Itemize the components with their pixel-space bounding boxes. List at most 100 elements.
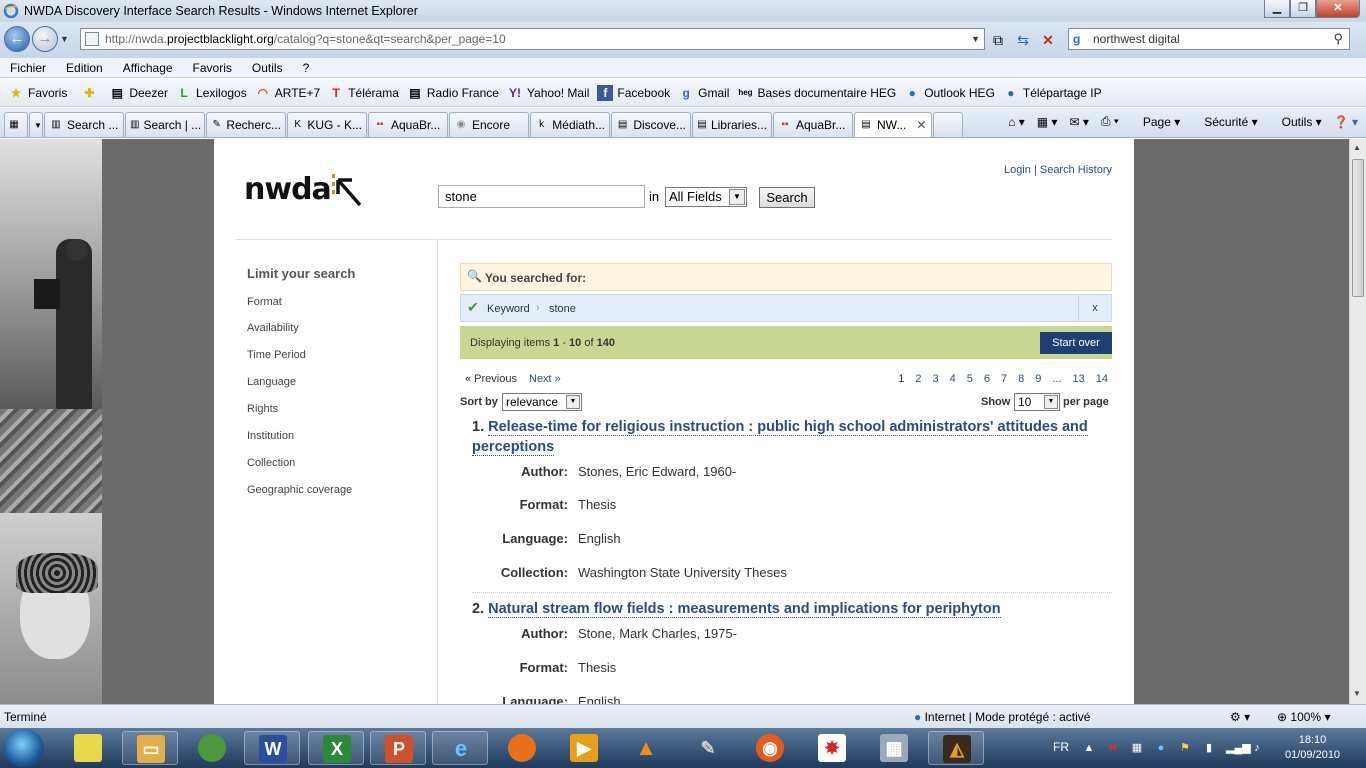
scroll-up-icon[interactable]: ▲ [1353,143,1361,152]
taskbar-media-player[interactable]: ▶ [556,731,612,765]
page-link[interactable]: 14 [1096,373,1108,385]
page-link[interactable]: 4 [950,373,956,385]
compatibility-view-icon[interactable]: ⧉ [988,30,1008,50]
security-zone[interactable]: ● Internet | Mode protégé : activé [914,710,1090,724]
search-history-link[interactable]: Search History [1040,164,1112,176]
taskbar-app[interactable]: ◭ [928,731,984,765]
page-link[interactable]: 5 [967,373,973,385]
mail-icon[interactable]: ✉ ▾ [1069,115,1088,129]
facet-time-period[interactable]: Time Period [247,349,306,361]
page-link[interactable]: 8 [1018,373,1024,385]
tray-battery-icon[interactable]: ▮ [1202,741,1216,755]
remove-constraint-button[interactable]: x [1078,295,1111,321]
search-field-select[interactable]: All Fields ▼ [665,187,747,207]
tray-antivirus-icon[interactable]: H [1106,741,1120,755]
nwda-logo[interactable]: nwda [244,172,362,207]
close-tab-icon[interactable]: ✕ [916,118,926,132]
tray-volume-icon[interactable]: ♪ [1250,741,1264,755]
feeds-icon[interactable]: ▦ ▾ [1037,115,1058,129]
facet-geographic-coverage[interactable]: Geographic coverage [247,484,352,496]
tray-app-icon[interactable]: ▦ [1130,741,1144,755]
close-window-button[interactable]: ✕ [1316,0,1360,18]
stop-icon[interactable]: ✕ [1038,30,1058,50]
tray-network-icon[interactable]: ▂▄▆ [1226,741,1251,755]
help-icon[interactable]: ❓ ▾ [1334,115,1358,129]
page-link[interactable]: 7 [1001,373,1007,385]
fav-outlook-heg[interactable]: ● Outlook HEG [904,85,995,101]
page-link[interactable]: 2 [915,373,921,385]
tab-search-1[interactable]: ▥ Search ... [44,112,124,137]
fav-deezer[interactable]: ▤ Deezer [109,85,168,101]
taskbar-firefox[interactable] [494,731,550,765]
tray-flag-icon[interactable]: ⚑ [1178,741,1192,755]
taskbar-sticky-notes[interactable] [60,731,116,765]
search-icon[interactable]: ⚲ [1333,29,1343,49]
fav-telerama[interactable]: T Télérama [328,85,399,101]
search-button[interactable]: Search [759,187,815,208]
taskbar-internet-explorer[interactable]: e [432,731,488,765]
url-field[interactable]: http://nwda.projectblacklight.org/catalo… [80,28,985,50]
add-favorite-button[interactable]: ✚ [81,85,101,101]
sort-select[interactable]: relevance ▼ [502,393,582,411]
facet-format[interactable]: Format [247,296,282,308]
minimize-button[interactable]: ▁ [1264,0,1290,18]
refresh-icon[interactable]: ⇆ [1013,30,1033,50]
login-link[interactable]: Login [1004,164,1031,176]
quick-tabs-button[interactable]: ▦ [4,112,28,137]
tab-encore[interactable]: ◉ Encore [449,112,529,137]
taskbar-powerpoint[interactable]: P [370,731,426,765]
taskbar-eye-app[interactable]: ◉ [742,731,798,765]
tab-aquabrowser-2[interactable]: ▪▪ AquaBr... [773,112,853,137]
browser-search-field[interactable]: g northwest digital ⚲ [1068,28,1350,50]
taskbar-tool[interactable]: ✎ [680,731,736,765]
taskbar-red-app[interactable]: ✸ [804,731,860,765]
print-icon[interactable]: ⎙ ▾ [1101,114,1119,129]
menu-favoris[interactable]: Favoris [183,61,242,75]
per-page-select[interactable]: 10 ▼ [1014,393,1060,411]
tab-kug[interactable]: K KUG - K... [287,112,367,137]
tray-bluetooth-icon[interactable]: ● [1154,741,1168,755]
start-button[interactable] [4,729,44,767]
tab-aquabrowser-1[interactable]: ▪▪ AquaBr... [368,112,448,137]
fav-facebook[interactable]: f Facebook [597,84,670,101]
next-page-link[interactable]: Next » [529,373,561,385]
menu-edition[interactable]: Edition [56,61,113,75]
result-link[interactable]: Natural stream flow fields : measurement… [488,601,1001,618]
new-tab-button[interactable] [933,112,963,137]
zoom-level[interactable]: ⊕ 100% ▾ [1277,710,1330,724]
scroll-thumb[interactable] [1352,159,1364,297]
page-menu[interactable]: Page ▾ [1131,115,1180,129]
history-dropdown-icon[interactable]: ▼ [60,34,69,44]
taskbar-explorer[interactable]: ▭ [122,731,178,765]
page-link[interactable]: 9 [1035,373,1041,385]
page-link[interactable]: 6 [984,373,990,385]
facet-availability[interactable]: Availability [247,322,299,334]
security-menu[interactable]: Sécurité ▾ [1192,115,1257,129]
fav-yahoo-mail[interactable]: Y! Yahoo! Mail [507,85,589,101]
taskbar-word[interactable]: W [244,731,300,765]
protected-mode-icon[interactable]: ⚙ ▾ [1230,710,1250,724]
favorites-button[interactable]: ★ Favoris [8,85,68,101]
menu-affichage[interactable]: Affichage [113,61,183,75]
scroll-down-icon[interactable]: ▼ [1353,689,1361,698]
taskbar-calculator[interactable]: ▦ [866,731,922,765]
fav-gmail[interactable]: g Gmail [678,85,729,101]
tab-recherche[interactable]: ✎ Recherc... [206,112,286,137]
facet-collection[interactable]: Collection [247,457,295,469]
tab-libraries[interactable]: ▤ Libraries... [692,112,772,137]
taskbar-excel[interactable]: X [308,731,364,765]
menu-fichier[interactable]: Fichier [0,61,56,75]
menu-help[interactable]: ? [293,61,320,75]
maximize-button[interactable]: ❐ [1290,0,1316,18]
tab-mediatheque[interactable]: k Médiath... [530,112,610,137]
facet-institution[interactable]: Institution [247,430,294,442]
fav-telepartage[interactable]: ● Télépartage IP [1003,85,1101,101]
catalog-search-input[interactable] [438,185,645,208]
vertical-scrollbar[interactable]: ▲ ▼ [1349,139,1366,704]
start-over-button[interactable]: Start over [1040,332,1112,354]
result-link[interactable]: Release-time for religious instruction :… [472,419,1088,456]
home-icon[interactable]: ⌂ ▾ [1008,115,1025,129]
fav-lexilogos[interactable]: L Lexilogos [176,85,246,101]
url-dropdown-icon[interactable]: ▼ [971,29,980,49]
tools-menu[interactable]: Outils ▾ [1270,115,1322,129]
